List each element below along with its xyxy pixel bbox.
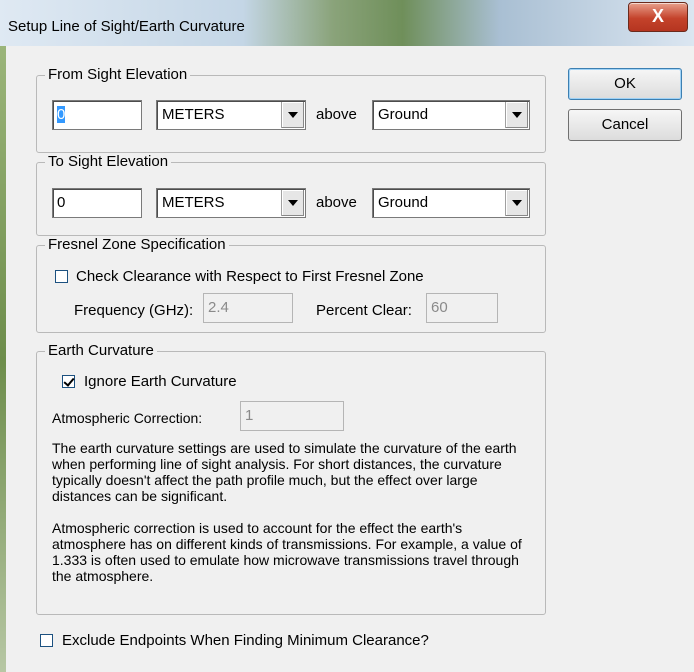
- to-sight-legend: To Sight Elevation: [45, 153, 172, 170]
- from-sight-legend: From Sight Elevation: [45, 66, 191, 83]
- from-sight-above-label: above: [316, 106, 357, 123]
- to-sight-value-input[interactable]: 0: [52, 188, 142, 218]
- cancel-button[interactable]: Cancel: [568, 109, 682, 141]
- curvature-description: The earth curvature settings are used to…: [52, 440, 517, 504]
- fresnel-checkbox-label[interactable]: Check Clearance with Respect to First Fr…: [76, 268, 424, 285]
- ok-button[interactable]: OK: [568, 68, 682, 100]
- from-sight-units-value: METERS: [162, 106, 225, 123]
- chevron-down-icon[interactable]: [281, 102, 304, 128]
- close-icon: X: [651, 6, 664, 26]
- to-sight-reference-select[interactable]: Ground: [372, 188, 530, 218]
- fresnel-checkbox[interactable]: [55, 270, 68, 283]
- chevron-down-icon[interactable]: [505, 190, 528, 216]
- from-sight-value-input[interactable]: 0: [52, 100, 142, 130]
- to-sight-units-value: METERS: [162, 194, 225, 211]
- from-sight-value-text: 0: [57, 106, 66, 123]
- atmos-description: Atmospheric correction is used to accoun…: [52, 520, 522, 584]
- dialog-window: Setup Line of Sight/Earth Curvature X OK…: [0, 0, 694, 672]
- to-sight-reference-value: Ground: [378, 194, 429, 211]
- background-strip: [0, 46, 6, 672]
- close-button[interactable]: X: [628, 2, 688, 32]
- window-title: Setup Line of Sight/Earth Curvature: [8, 18, 245, 35]
- chevron-down-icon[interactable]: [281, 190, 304, 216]
- earth-curvature-legend: Earth Curvature: [45, 342, 157, 359]
- frequency-input[interactable]: 2.4: [203, 293, 293, 323]
- exclude-endpoints-label[interactable]: Exclude Endpoints When Finding Minimum C…: [62, 632, 429, 649]
- from-sight-reference-value: Ground: [378, 106, 429, 123]
- title-bar[interactable]: Setup Line of Sight/Earth Curvature X: [0, 0, 694, 46]
- percent-clear-input[interactable]: 60: [426, 293, 498, 323]
- chevron-down-icon[interactable]: [505, 102, 528, 128]
- atmos-correction-input[interactable]: 1: [240, 401, 344, 431]
- to-sight-units-select[interactable]: METERS: [156, 188, 306, 218]
- frequency-label: Frequency (GHz):: [74, 302, 194, 319]
- atmos-correction-label: Atmospheric Correction:: [52, 410, 203, 426]
- fresnel-legend: Fresnel Zone Specification: [45, 236, 229, 253]
- from-sight-reference-select[interactable]: Ground: [372, 100, 530, 130]
- to-sight-above-label: above: [316, 194, 357, 211]
- exclude-endpoints-checkbox[interactable]: [40, 634, 53, 647]
- from-sight-units-select[interactable]: METERS: [156, 100, 306, 130]
- percent-clear-label: Percent Clear:: [316, 302, 412, 319]
- ignore-curvature-label[interactable]: Ignore Earth Curvature: [84, 373, 237, 390]
- ignore-curvature-checkbox[interactable]: [62, 375, 75, 388]
